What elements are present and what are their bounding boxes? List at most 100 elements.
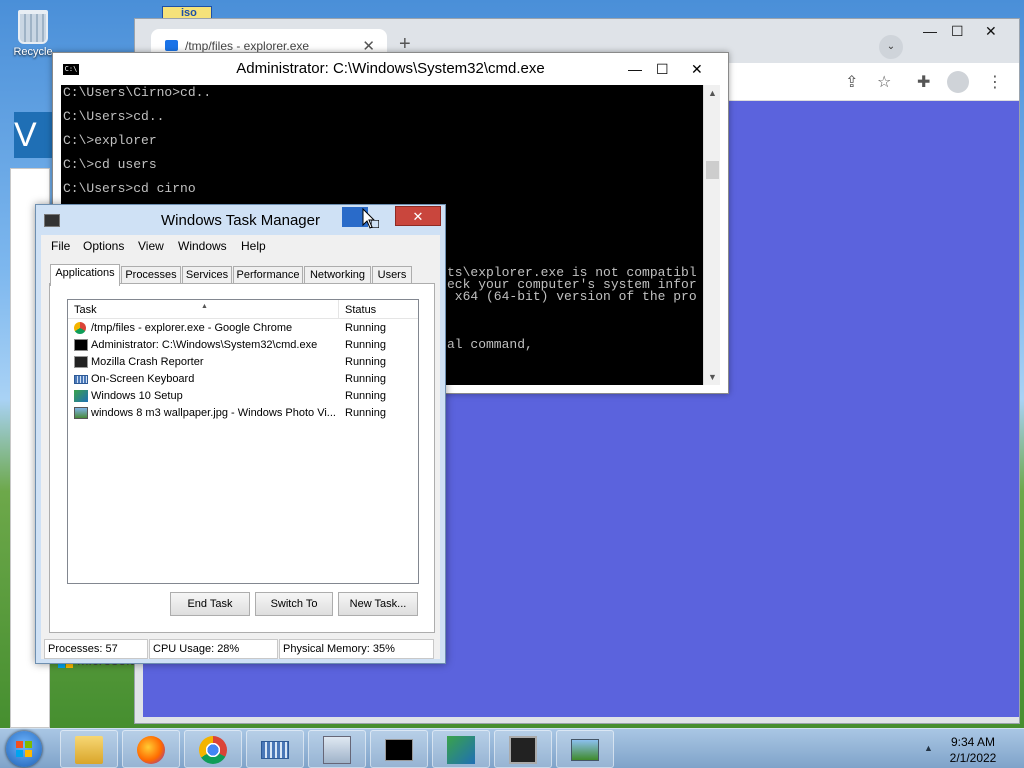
- table-row[interactable]: Mozilla Crash Reporter Running: [68, 354, 418, 371]
- column-task[interactable]: Task: [74, 304, 97, 316]
- console-line: C:\Users>cd cirno: [63, 181, 196, 196]
- task-status: Running: [345, 373, 386, 385]
- sort-up-icon: ▲: [201, 303, 208, 310]
- cmd-scrollbar[interactable]: ▲ ▼: [703, 85, 720, 385]
- task-name: windows 8 m3 wallpaper.jpg - Windows Pho…: [91, 407, 336, 419]
- chrome-icon: [74, 322, 86, 334]
- task-manager-window: Windows Task Manager ☐ ✕ File Options Vi…: [35, 204, 446, 664]
- setup-icon: [447, 736, 475, 764]
- menu-options[interactable]: Options: [83, 239, 124, 253]
- recycle-bin-icon: [18, 10, 48, 44]
- column-divider: [338, 300, 339, 319]
- firefox-icon: [137, 736, 165, 764]
- task-status: Running: [345, 356, 386, 368]
- more-vert-icon[interactable]: ⋮: [987, 72, 1003, 92]
- star-icon[interactable]: ☆: [877, 72, 891, 92]
- menu-view[interactable]: View: [138, 239, 164, 253]
- table-row[interactable]: On-Screen Keyboard Running: [68, 371, 418, 388]
- menu-windows[interactable]: Windows: [178, 239, 227, 253]
- keyboard-icon: [74, 375, 88, 384]
- tab-networking[interactable]: Networking: [304, 266, 371, 284]
- taskbar: ▲ 9:34 AM 2/1/2022: [0, 728, 1024, 768]
- console-line: C:\>explorer: [63, 133, 157, 148]
- taskbar-crash-reporter[interactable]: [494, 730, 552, 768]
- tab-performance[interactable]: Performance: [233, 266, 303, 284]
- profile-icon[interactable]: [947, 71, 969, 93]
- taskbar-keyboard[interactable]: [246, 730, 304, 768]
- taskbar-task-manager[interactable]: [308, 730, 366, 768]
- menu-file[interactable]: File: [51, 239, 70, 253]
- cmd-title: Administrator: C:\Windows\System32\cmd.e…: [236, 60, 545, 77]
- photo-viewer-icon: [74, 407, 88, 419]
- tab-users[interactable]: Users: [372, 266, 412, 284]
- tab-applications[interactable]: Applications: [50, 264, 120, 286]
- task-status: Running: [345, 339, 386, 351]
- table-row[interactable]: Administrator: C:\Windows\System32\cmd.e…: [68, 337, 418, 354]
- setup-icon: [74, 390, 88, 402]
- console-line: x64 (64-bit) version of the pro: [447, 289, 697, 304]
- photo-viewer-icon: [571, 739, 599, 761]
- console-line: C:\Users\Cirno>cd..: [63, 85, 212, 100]
- scroll-up-icon[interactable]: ▲: [704, 88, 721, 98]
- keyboard-icon: [261, 741, 289, 759]
- menu-bar: File Options View Windows Help: [41, 235, 440, 257]
- status-memory: Physical Memory: 35%: [279, 639, 434, 659]
- tab-processes[interactable]: Processes: [121, 266, 181, 284]
- desktop-vm-icon[interactable]: V: [14, 112, 54, 158]
- close-icon[interactable]: ✕: [691, 53, 703, 85]
- minimize-icon[interactable]: —: [628, 53, 642, 85]
- close-icon[interactable]: ✕: [985, 23, 997, 40]
- clock-time: 9:34 AM: [950, 735, 996, 749]
- task-list-header: Task ▲ Status: [68, 300, 418, 319]
- cmd-titlebar[interactable]: C:\ Administrator: C:\Windows\System32\c…: [53, 53, 728, 85]
- table-row[interactable]: /tmp/files - explorer.exe - Google Chrom…: [68, 320, 418, 337]
- task-name: Windows 10 Setup: [91, 390, 183, 402]
- taskbar-explorer[interactable]: [60, 730, 118, 768]
- taskbar-cmd[interactable]: [370, 730, 428, 768]
- crash-reporter-icon: [74, 356, 88, 368]
- task-manager-body: Applications Processes Services Performa…: [41, 257, 440, 659]
- maximize-icon[interactable]: ☐: [656, 53, 669, 85]
- maximize-icon[interactable]: ☐: [951, 23, 964, 40]
- system-clock[interactable]: 9:34 AM 2/1/2022: [938, 734, 1008, 766]
- taskbar-chrome[interactable]: [184, 730, 242, 768]
- taskbar-photo-viewer[interactable]: [556, 730, 614, 768]
- cmd-icon: [74, 339, 88, 351]
- status-cpu: CPU Usage: 28%: [149, 639, 278, 659]
- column-status[interactable]: Status: [345, 304, 376, 316]
- clock-date: 2/1/2022: [949, 751, 997, 765]
- scroll-down-icon[interactable]: ▼: [704, 372, 721, 382]
- task-name: Administrator: C:\Windows\System32\cmd.e…: [91, 339, 318, 351]
- minimize-icon[interactable]: —: [923, 23, 937, 39]
- puzzle-icon[interactable]: ✚: [917, 72, 930, 92]
- start-button[interactable]: [6, 731, 42, 767]
- new-task-button[interactable]: New Task...: [338, 592, 418, 616]
- desktop-recycle-bin[interactable]: Recycle: [6, 2, 60, 58]
- task-name: On-Screen Keyboard: [91, 373, 195, 385]
- task-list[interactable]: Task ▲ Status /tmp/files - explorer.exe …: [67, 299, 419, 584]
- mouse-cursor-icon: [362, 208, 376, 229]
- console-line: C:\>cd users: [63, 157, 157, 172]
- console-line: C:\Users>cd..: [63, 109, 165, 124]
- switch-to-button[interactable]: Switch To: [255, 592, 333, 616]
- task-manager-titlebar[interactable]: Windows Task Manager ☐ ✕: [36, 205, 445, 235]
- share-icon[interactable]: ⇪: [845, 72, 858, 92]
- cmd-icon: C:\: [63, 64, 79, 75]
- tray-expand-icon[interactable]: ▲: [924, 743, 933, 753]
- table-row[interactable]: Windows 10 Setup Running: [68, 388, 418, 405]
- end-task-button[interactable]: End Task: [170, 592, 250, 616]
- taskbar-firefox[interactable]: [122, 730, 180, 768]
- taskbar-setup[interactable]: [432, 730, 490, 768]
- tab-services[interactable]: Services: [182, 266, 232, 284]
- task-status: Running: [345, 390, 386, 402]
- task-name: /tmp/files - explorer.exe - Google Chrom…: [91, 322, 293, 334]
- table-row[interactable]: windows 8 m3 wallpaper.jpg - Windows Pho…: [68, 405, 418, 422]
- cmd-icon: [385, 739, 413, 761]
- task-manager-title: Windows Task Manager: [161, 212, 320, 229]
- chrome-icon: [199, 736, 227, 764]
- recycle-bin-label: Recycle: [13, 46, 53, 58]
- menu-help[interactable]: Help: [241, 239, 266, 253]
- scrollbar-thumb[interactable]: [706, 161, 719, 179]
- close-button[interactable]: ✕: [395, 206, 441, 226]
- chevron-down-icon[interactable]: ⌄: [879, 35, 903, 59]
